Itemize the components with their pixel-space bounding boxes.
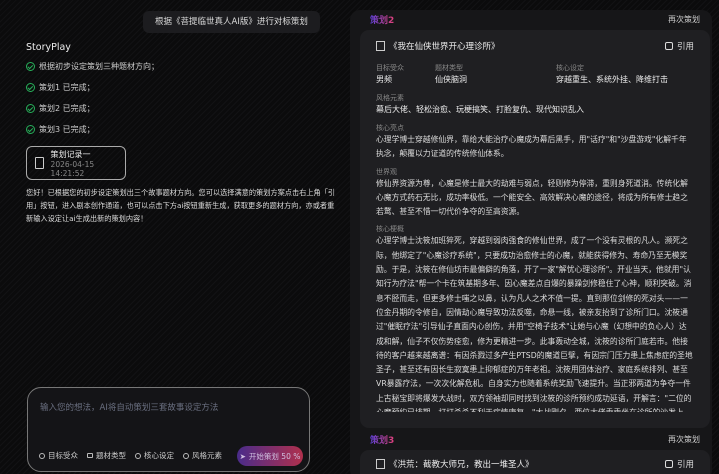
field-label: 题材类型 [435, 64, 463, 72]
check-circle-icon [26, 62, 35, 71]
send-icon: ➤ [239, 451, 246, 461]
record-time: 2026-04-15 14:21:52 [50, 159, 95, 178]
document-icon [35, 157, 44, 169]
field-label: 核心设定 [556, 64, 584, 72]
prompt-input[interactable]: 输入您的想法，AI将自动策划三套故事设定方法 [40, 401, 218, 413]
cite-button[interactable]: 引用 [664, 40, 694, 52]
tag-icon [87, 453, 93, 458]
circle-icon [135, 452, 141, 459]
replan-button[interactable]: 再次策划 [668, 434, 700, 445]
chip-label: 目标受众 [48, 451, 78, 460]
cite-button[interactable]: 引用 [664, 458, 694, 470]
plan-label: 策划2 [370, 13, 394, 26]
step-item: 策划3 已完成； [26, 119, 326, 140]
plans-panel: 策划2 再次策划 《我在仙侠世界开心理诊所》 引用 目标受众男频 题材类型仙侠脑… [350, 10, 712, 474]
film-icon [376, 41, 385, 51]
plan-record-card[interactable]: 策划记录一 2026-04-15 14:21:52 [26, 146, 126, 180]
field-value: 穿越重生、系统外挂、降维打击 [556, 75, 668, 84]
start-label: 开始策划 50 % [248, 451, 301, 461]
chip-label: 题材类型 [96, 451, 126, 460]
step-text: 策划2 已完成； [39, 104, 95, 113]
bot-message: StoryPlay 根据初步设定策划三种题材方向； 策划1 已完成； 策划2 已… [26, 42, 335, 225]
field-value: 心理学博士沈筱加班猝死，穿越到弱肉强食的修仙世界，成了一个没有灵根的凡人。濒死之… [376, 236, 693, 412]
step-text: 策划1 已完成； [39, 83, 95, 92]
user-message: 根据《菩提临世真人AI版》进行对标策划 [143, 11, 320, 33]
field-label: 风格元素 [376, 94, 404, 102]
bot-reply-text: 您好！已根据您的初步设定策划出三个故事题材方向。您可以选择满意的策划方案点击右上… [26, 188, 336, 223]
copy-icon [664, 42, 673, 50]
step-item: 策划1 已完成； [26, 77, 326, 98]
cite-label: 引用 [676, 460, 694, 470]
plan-card: 《我在仙侠世界开心理诊所》 引用 目标受众男频 题材类型仙侠脑洞 核心设定穿越重… [360, 30, 710, 428]
step-text: 根据初步设定策划三种题材方向； [39, 62, 159, 71]
palette-icon [183, 452, 189, 459]
chip-style[interactable]: 风格元素 [183, 450, 222, 461]
prompt-input-box[interactable]: 输入您的想法，AI将自动策划三套故事设定方法 目标受众 题材类型 核心设定 风格… [27, 387, 310, 472]
record-title: 策划记录一 [50, 149, 91, 159]
field-value: 幕后大佬、轻松治愈、玩梗搞笑、打脸复仇、现代知识乱入 [376, 105, 584, 114]
bot-name: StoryPlay [26, 42, 71, 53]
film-icon [376, 459, 385, 469]
field-value: 仙侠脑洞 [435, 75, 467, 84]
chip-label: 核心设定 [144, 451, 174, 460]
field-label: 目标受众 [376, 64, 404, 72]
check-circle-icon [26, 125, 35, 134]
replan-button[interactable]: 再次策划 [668, 14, 700, 25]
copy-icon [664, 460, 673, 468]
chip-label: 风格元素 [192, 451, 222, 460]
check-circle-icon [26, 104, 35, 113]
chip-core[interactable]: 核心设定 [135, 450, 174, 461]
check-circle-icon [26, 83, 35, 92]
field-label: 世界观 [376, 167, 397, 176]
plan-title: 《洪荒：截教大师兄，教出一堆圣人》 [389, 460, 534, 470]
chip-audience[interactable]: 目标受众 [39, 450, 78, 461]
field-value: 心理学博士穿越修仙界，靠给大能治疗心魔成为幕后黑手，用"话疗"和"沙盘游戏"化解… [376, 135, 687, 159]
field-label: 核心亮点 [376, 124, 404, 132]
plan-label: 策划3 [370, 433, 394, 446]
step-item: 根据初步设定策划三种题材方向； [26, 56, 326, 77]
field-value: 男频 [376, 75, 392, 84]
plan-title: 《我在仙侠世界开心理诊所》 [389, 42, 500, 52]
field-value: 修仙界资源为尊，心魔是修士最大的劫难与弱点，轻则修为停滞，重则身死道消。传统化解… [376, 178, 688, 217]
step-item: 策划2 已完成； [26, 98, 326, 119]
step-text: 策划3 已完成； [39, 125, 95, 134]
start-plan-button[interactable]: ➤ 开始策划 50 % [237, 446, 303, 466]
chip-genre[interactable]: 题材类型 [87, 450, 126, 461]
field-label: 核心梗概 [376, 225, 404, 234]
person-icon [39, 452, 45, 459]
plan-card: 《洪荒：截教大师兄，教出一堆圣人》 引用 [360, 450, 710, 474]
cite-label: 引用 [676, 42, 694, 52]
